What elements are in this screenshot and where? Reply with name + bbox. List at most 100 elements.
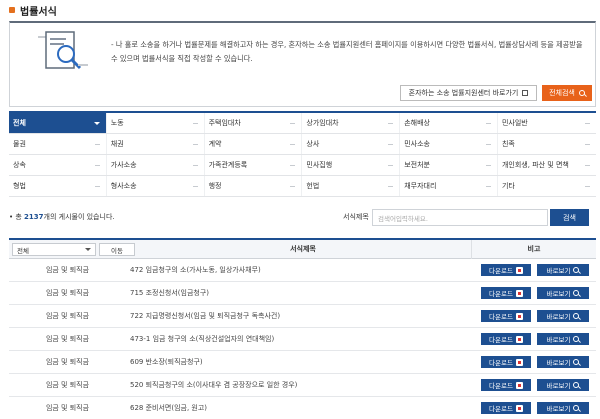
dash-icon [290, 122, 296, 124]
category-item[interactable]: 개인회생, 파산 및 면책 [498, 155, 596, 175]
page-header: 법률서식 [9, 3, 57, 18]
search-icon [573, 267, 580, 273]
view-label: 바로보기 [546, 405, 571, 413]
file-icon [515, 266, 523, 274]
search-icon [578, 90, 585, 96]
move-button[interactable]: 이동 [99, 243, 135, 256]
download-button[interactable]: 다운로드 [481, 287, 531, 299]
category-item[interactable]: 형사소송 [107, 176, 205, 196]
table-header: 전체 이동 서식제목 비고 [9, 238, 596, 259]
category-label: 민사집행 [306, 161, 333, 169]
row-title[interactable]: 715 조정신청서(임금청구) [130, 288, 470, 298]
chevron-down-icon [85, 248, 91, 251]
category-item[interactable]: 보전처분 [400, 155, 498, 175]
row-actions: 다운로드 바로보기 [481, 379, 589, 391]
category-item[interactable]: 물권 [9, 134, 107, 154]
category-item[interactable]: 형법 [9, 176, 107, 196]
search-button[interactable]: 검색 [550, 209, 589, 226]
category-item[interactable]: 계약 [205, 134, 303, 154]
download-button[interactable]: 다운로드 [481, 356, 531, 368]
category-row: 형법 형사소송 행정 헌법 채무자대리 기타 [9, 176, 596, 197]
category-label: 가족관계등록 [208, 161, 248, 169]
file-icon [515, 358, 523, 366]
dash-icon [192, 122, 198, 124]
table-row: 임금 및 퇴직금 609 반소장(퇴직금청구) 다운로드 바로보기 [9, 351, 596, 374]
category-item-all[interactable]: 전체 [9, 113, 107, 133]
search-icon [573, 290, 580, 296]
category-item[interactable]: 상가임대차 [302, 113, 401, 133]
category-item[interactable]: 주택임대차 [205, 113, 303, 133]
search-all-button[interactable]: 전체검색 [542, 85, 592, 101]
search-input[interactable]: 검색어입력하세요. [372, 209, 548, 226]
category-label: 헌법 [306, 182, 320, 190]
view-button[interactable]: 바로보기 [537, 379, 589, 391]
search-all-label: 전체검색 [549, 89, 575, 97]
category-item[interactable]: 채무자대리 [400, 176, 498, 196]
category-item[interactable]: 가족관계등록 [205, 155, 303, 175]
dash-icon [388, 164, 394, 166]
row-title[interactable]: 609 반소장(퇴직금청구) [130, 357, 470, 367]
count-number: 2137 [24, 213, 44, 221]
row-category: 임금 및 퇴직금 [45, 381, 90, 389]
view-button[interactable]: 바로보기 [537, 356, 589, 368]
view-button[interactable]: 바로보기 [537, 264, 589, 276]
download-button[interactable]: 다운로드 [481, 402, 531, 414]
dash-icon [584, 164, 590, 166]
category-item[interactable]: 채권 [107, 134, 205, 154]
row-title[interactable]: 472 임금청구의 소(가사노동, 일상가사채무) [130, 265, 470, 275]
category-item[interactable]: 헌법 [302, 176, 401, 196]
row-title[interactable]: 473-1 임금 청구의 소(직상건설업자의 연대책임) [130, 334, 470, 344]
row-title[interactable]: 628 준비서면(임금, 원고) [130, 403, 470, 413]
category-label: 기타 [501, 182, 515, 190]
category-item[interactable]: 가사소송 [107, 155, 205, 175]
category-item[interactable]: 민사집행 [302, 155, 401, 175]
category-item[interactable]: 손해배상 [400, 113, 498, 133]
view-button[interactable]: 바로보기 [537, 287, 589, 299]
row-category: 임금 및 퇴직금 [45, 335, 90, 343]
category-label: 가사소송 [110, 161, 137, 169]
legal-support-center-link-button[interactable]: 혼자하는 소송 법률지원센터 바로가기 [400, 85, 537, 101]
row-title[interactable]: 520 퇴직금청구의 소(이사대우 겸 공장장으로 일한 경우) [130, 380, 470, 390]
category-item[interactable]: 노동 [107, 113, 205, 133]
category-item[interactable]: 상사 [302, 134, 401, 154]
view-button[interactable]: 바로보기 [537, 402, 589, 414]
category-row: 물권 채권 계약 상사 민사소송 친족 [9, 134, 596, 155]
view-button[interactable]: 바로보기 [537, 333, 589, 345]
dash-icon [290, 143, 296, 145]
download-button[interactable]: 다운로드 [481, 264, 531, 276]
view-label: 바로보기 [546, 359, 571, 367]
category-label: 민사소송 [404, 140, 430, 148]
category-label: 상사 [306, 140, 320, 148]
file-icon [515, 335, 523, 343]
category-item[interactable]: 친족 [498, 134, 596, 154]
view-button[interactable]: 바로보기 [537, 310, 589, 322]
column-header-ref: 비고 [471, 239, 596, 259]
category-select[interactable]: 전체 [12, 243, 96, 256]
dash-icon [388, 185, 394, 187]
count-suffix: 개의 게시물이 있습니다. [43, 213, 115, 221]
category-label: 채무자대리 [404, 182, 437, 190]
download-button[interactable]: 다운로드 [481, 379, 531, 391]
download-button[interactable]: 다운로드 [481, 310, 531, 322]
category-item[interactable]: 기타 [498, 176, 596, 196]
file-icon [515, 404, 523, 412]
download-button[interactable]: 다운로드 [481, 333, 531, 345]
dash-icon [388, 122, 394, 124]
search-label: 서식제목 [343, 213, 369, 221]
category-item[interactable]: 상속 [9, 155, 107, 175]
category-label: 행정 [208, 182, 222, 190]
dash-icon [192, 185, 198, 187]
dash-icon [94, 143, 100, 145]
category-item[interactable]: 민사소송 [400, 134, 498, 154]
dash-icon [485, 164, 491, 166]
table-row: 임금 및 퇴직금 473-1 임금 청구의 소(직상건설업자의 연대책임) 다운… [9, 328, 596, 351]
dash-icon [485, 122, 491, 124]
category-item[interactable]: 민사일반 [498, 113, 596, 133]
category-item[interactable]: 행정 [205, 176, 303, 196]
row-title[interactable]: 722 지급명령신청서(임금 및 퇴직금청구 독촉사건) [130, 311, 470, 321]
category-label: 손해배상 [404, 119, 430, 127]
row-actions: 다운로드 바로보기 [481, 333, 589, 345]
category-row: 전체 노동 주택임대차 상가임대차 손해배상 민사일반 [9, 113, 596, 134]
row-actions: 다운로드 바로보기 [481, 402, 589, 414]
search-icon [573, 359, 580, 365]
